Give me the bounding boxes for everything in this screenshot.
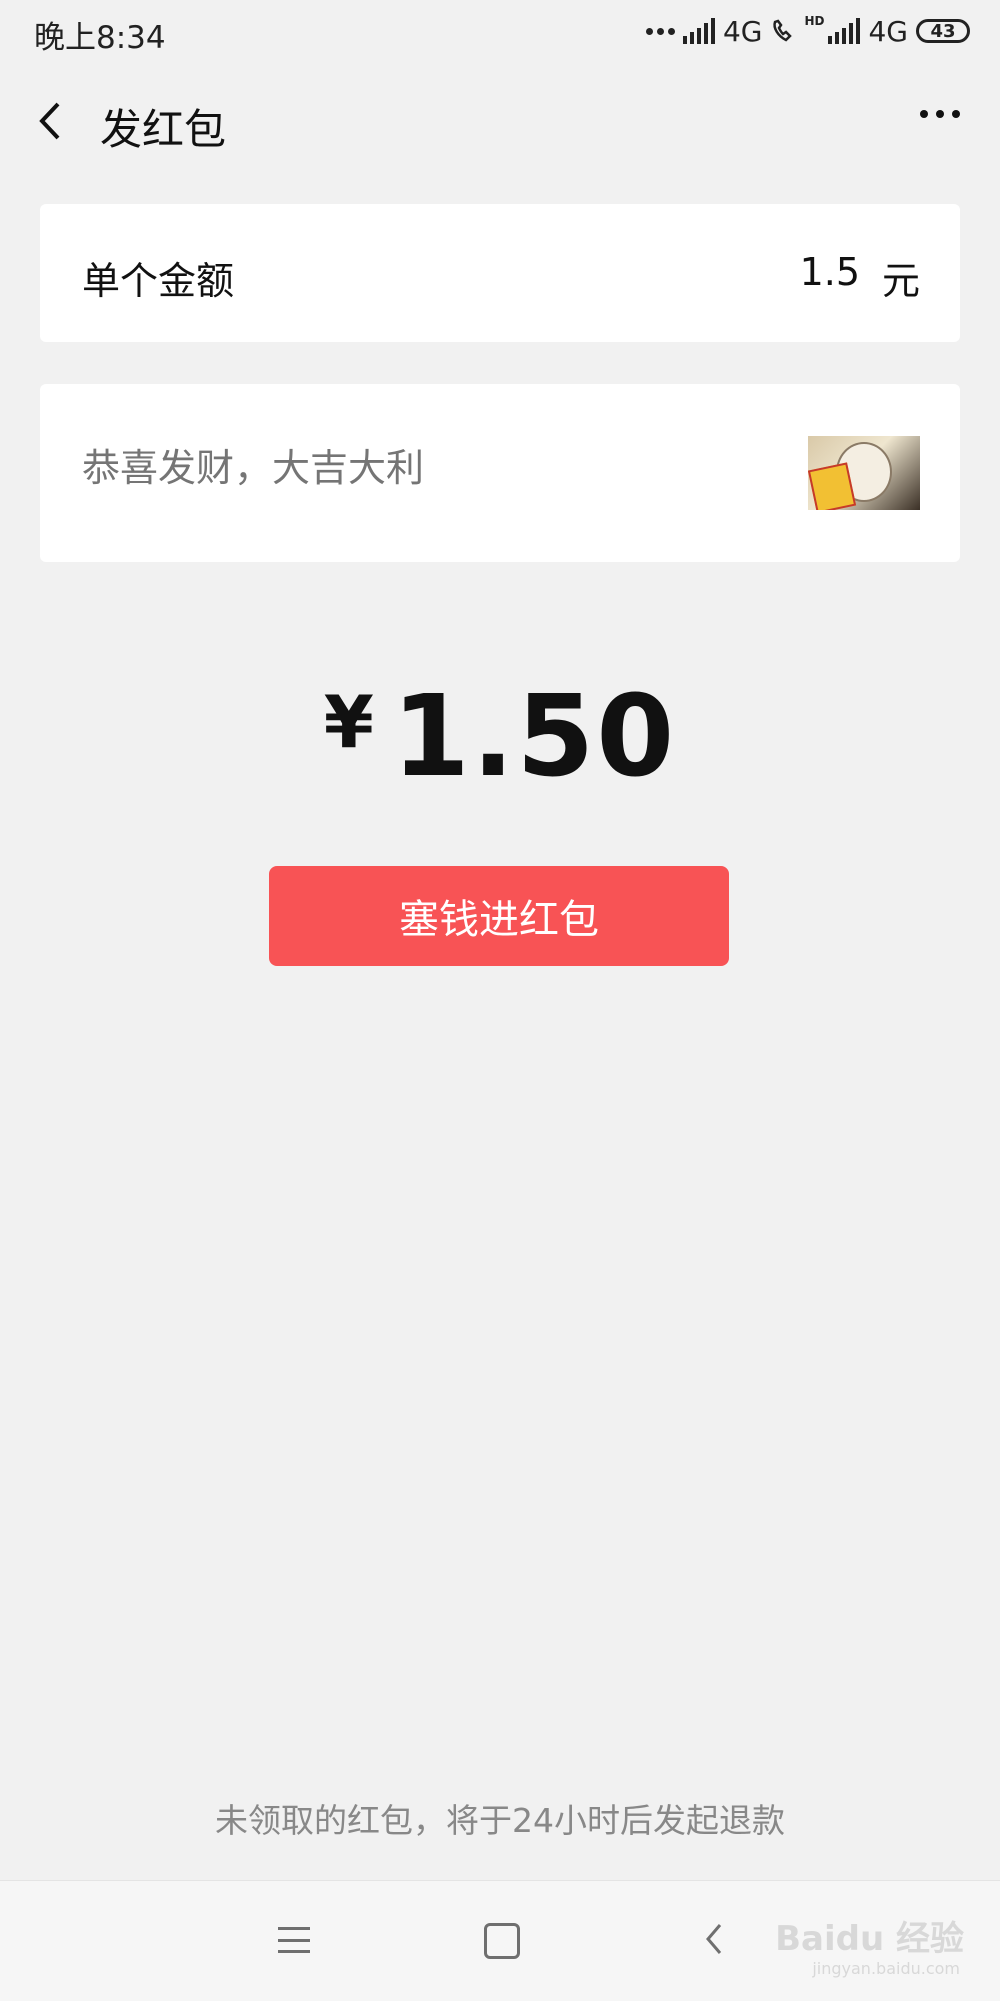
network-type-label-2: 4G: [868, 14, 908, 48]
status-time: 晚上8:34: [34, 20, 166, 56]
amount-label: 单个金额: [82, 259, 235, 303]
total-value: 1.50: [391, 672, 677, 802]
menu-icon[interactable]: [278, 1927, 310, 1953]
currency-symbol: ¥: [323, 680, 376, 764]
watermark-url: jingyan.baidu.com: [812, 1959, 960, 1978]
more-notifications-icon: [645, 27, 675, 35]
status-bar: 晚上8:34 4G HD 4G 43: [0, 0, 1000, 62]
amount-row[interactable]: 单个金额 1.5 元: [40, 204, 960, 342]
more-options-icon[interactable]: [920, 110, 960, 118]
greeting-input[interactable]: [82, 446, 782, 490]
network-type-label: 4G: [722, 14, 763, 48]
amount-unit: 元: [881, 259, 920, 303]
home-icon[interactable]: [484, 1923, 520, 1959]
total-amount: ¥1.50: [0, 672, 1000, 802]
signal-icon-2: [828, 18, 861, 44]
system-nav-bar: Baidu 经验 jingyan.baidu.com: [0, 1880, 1000, 2001]
signal-icon: [682, 18, 715, 44]
battery-icon: 43: [916, 19, 970, 43]
refund-note: 未领取的红包，将于24小时后发起退款: [215, 1801, 785, 1840]
back-arrow-icon[interactable]: [28, 96, 78, 146]
send-red-packet-button[interactable]: 塞钱进红包: [269, 866, 729, 966]
call-icon: [773, 19, 793, 42]
system-back-icon[interactable]: [700, 1921, 730, 1957]
message-row: [40, 384, 960, 562]
watermark-logo: Baidu 经验: [775, 1919, 964, 1959]
hd-label: HD: [804, 14, 825, 28]
nav-bar: 发红包: [0, 62, 1000, 182]
sticker-thumbnail[interactable]: [808, 436, 920, 510]
status-icons: 4G HD 4G 43: [645, 14, 970, 48]
amount-input[interactable]: 1.5: [800, 250, 860, 294]
page-title: 发红包: [100, 105, 227, 154]
battery-level: 43: [930, 20, 956, 42]
